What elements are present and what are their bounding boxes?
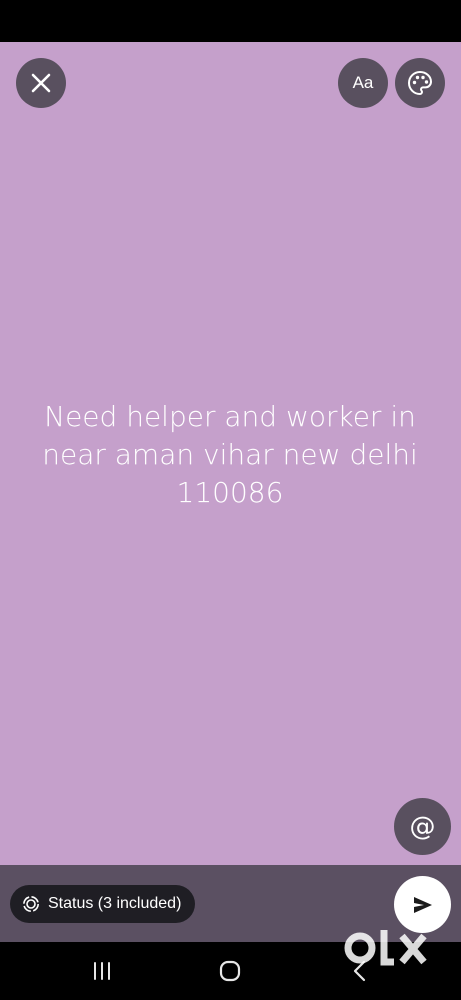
send-icon <box>413 896 432 913</box>
close-button[interactable] <box>16 58 66 108</box>
status-ring-icon <box>23 896 39 912</box>
color-palette-button[interactable] <box>395 58 445 108</box>
status-audience-label: Status (3 included) <box>48 895 182 912</box>
recent-apps-button[interactable] <box>62 942 142 1000</box>
home-button[interactable] <box>190 942 270 1000</box>
status-message[interactable]: Need helper and worker in near aman viha… <box>30 398 430 512</box>
text-style-button[interactable]: Aa <box>338 58 388 108</box>
palette-icon <box>407 70 433 96</box>
system-status-bar <box>0 0 461 42</box>
navigation-bar <box>0 942 461 1000</box>
send-button[interactable] <box>394 876 451 933</box>
back-button[interactable] <box>320 942 400 1000</box>
text-style-label: Aa <box>352 73 374 92</box>
mention-button[interactable]: @ <box>394 798 451 855</box>
status-message-line: near aman vihar new delhi <box>42 438 418 471</box>
status-audience-chip[interactable]: Status (3 included) <box>10 885 196 923</box>
status-message-line: 110086 <box>176 476 284 509</box>
at-icon: @ <box>409 811 436 842</box>
home-icon <box>219 960 241 982</box>
status-message-line: Need helper and worker in <box>44 400 416 433</box>
close-icon <box>31 73 51 93</box>
back-icon <box>353 960 366 982</box>
recent-apps-icon <box>94 962 110 980</box>
